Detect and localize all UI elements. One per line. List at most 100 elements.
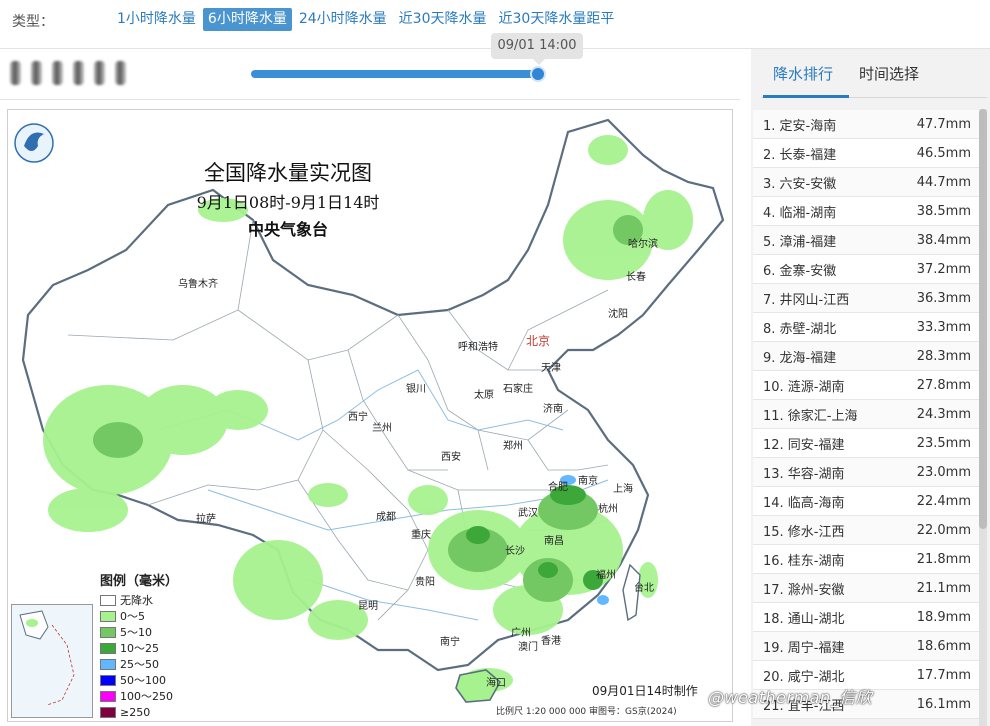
precip-value: 28.3mm	[916, 348, 971, 364]
precip-value: 22.4mm	[916, 493, 971, 509]
tab-1h-precip[interactable]: 1小时降水量	[112, 8, 201, 31]
playback-controls[interactable]	[10, 61, 126, 85]
legend-swatch	[100, 674, 116, 686]
station-name: 1. 定安-海南	[763, 118, 837, 134]
legend-item: 100～250	[100, 688, 190, 704]
pause-icon[interactable]	[73, 61, 84, 85]
city-label: 乌鲁木齐	[178, 279, 218, 290]
legend-swatch	[100, 626, 116, 638]
next-frame-icon[interactable]	[94, 61, 105, 85]
time-slider-track[interactable]	[251, 70, 538, 78]
precip-value: 16.1mm	[916, 696, 971, 712]
tab-time-select[interactable]: 时间选择	[859, 63, 919, 84]
tab-precip-ranking[interactable]: 降水排行	[773, 63, 833, 84]
ranking-scrollbar[interactable]	[979, 109, 987, 726]
map-legend: 图例（毫米） 无降水 0～5 5～10 10～25 25～50 50～100 1…	[100, 570, 190, 720]
city-label: 广州	[511, 628, 531, 639]
city-label: 澳门	[518, 642, 538, 653]
legend-title: 图例（毫米）	[100, 574, 179, 589]
precip-value: 44.7mm	[916, 174, 971, 190]
legend-label: 5～10	[120, 626, 152, 639]
legend-label: 50～100	[120, 674, 166, 687]
precip-value: 23.5mm	[916, 435, 971, 451]
station-name: 2. 长泰-福建	[763, 147, 837, 163]
city-label: 福州	[596, 570, 616, 581]
precip-value: 27.8mm	[916, 377, 971, 393]
ranking-row[interactable]: 16. 桂东-湖南 21.8mm	[753, 545, 979, 574]
ranking-row[interactable]: 3. 六安-安徽 44.7mm	[753, 168, 979, 197]
station-name: 5. 漳浦-福建	[763, 234, 837, 250]
tab-30d-precip[interactable]: 近30天降水量	[394, 8, 492, 31]
city-label: 上海	[613, 484, 633, 495]
city-label: 郑州	[503, 441, 523, 452]
ranking-row[interactable]: 17. 滁州-安徽 21.1mm	[753, 574, 979, 603]
station-name: 11. 徐家汇-上海	[763, 408, 858, 424]
tab-24h-precip[interactable]: 24小时降水量	[294, 8, 392, 31]
city-label: 银川	[406, 384, 426, 395]
ranking-row[interactable]: 13. 华容-湖南 23.0mm	[753, 458, 979, 487]
ranking-row[interactable]: 15. 修水-江西 22.0mm	[753, 516, 979, 545]
city-label: 南宁	[440, 637, 460, 648]
station-name: 14. 临高-海南	[763, 495, 845, 511]
station-name: 16. 桂东-湖南	[763, 553, 845, 569]
type-label: 类型：	[12, 14, 54, 30]
ranking-tabs: 降水排行 时间选择	[761, 51, 987, 98]
ranking-row[interactable]: 1. 定安-海南 47.7mm	[753, 110, 979, 139]
precip-value: 23.0mm	[916, 464, 971, 480]
legend-item: ≥250	[100, 704, 190, 720]
legend-item: 50～100	[100, 672, 190, 688]
ranking-row[interactable]: 11. 徐家汇-上海 24.3mm	[753, 400, 979, 429]
ranking-row[interactable]: 8. 赤壁-湖北 33.3mm	[753, 313, 979, 342]
station-name: 13. 华容-湖南	[763, 466, 845, 482]
station-name: 9. 龙海-福建	[763, 350, 837, 366]
ranking-row[interactable]: 14. 临高-海南 22.4mm	[753, 487, 979, 516]
city-label: 贵阳	[415, 577, 435, 588]
ranking-row[interactable]: 19. 周宁-福建 18.6mm	[753, 632, 979, 661]
ranking-row[interactable]: 10. 涟源-湖南 27.8mm	[753, 371, 979, 400]
legend-swatch	[100, 706, 116, 718]
station-name: 17. 滁州-安徽	[763, 582, 845, 598]
legend-swatch	[100, 690, 116, 702]
time-slider-thumb[interactable]	[530, 66, 546, 82]
ranking-row[interactable]: 2. 长泰-福建 46.5mm	[753, 139, 979, 168]
legend-item: 10～25	[100, 640, 190, 656]
city-label: 拉萨	[196, 514, 216, 525]
city-label: 太原	[474, 390, 494, 401]
prev-frame-icon[interactable]	[31, 61, 42, 85]
legend-swatch	[100, 642, 116, 654]
precip-value: 21.8mm	[916, 551, 971, 567]
ranking-row[interactable]: 18. 通山-湖北 18.9mm	[753, 603, 979, 632]
precip-value: 47.7mm	[916, 116, 971, 132]
weibo-watermark: @weatherman_信欣	[708, 688, 873, 707]
station-name: 8. 赤壁-湖北	[763, 321, 837, 337]
ranking-row[interactable]: 7. 井冈山-江西 36.3mm	[753, 284, 979, 313]
precipitation-map[interactable]: 全国降水量实况图 9月1日08时-9月1日14时 中央气象台 乌鲁木齐 哈尔滨 …	[7, 109, 733, 722]
map-scale-note: 比例尺 1:20 000 000 审图号：GS京(2024)	[496, 707, 677, 717]
type-tabs: 1小时降水量 6小时降水量 24小时降水量 近30天降水量 近30天降水量距平	[112, 8, 621, 31]
play-icon[interactable]	[52, 61, 63, 85]
city-label: 长沙	[505, 546, 525, 557]
precip-value: 38.5mm	[916, 203, 971, 219]
ranking-panel: 降水排行 时间选择 1. 定安-海南 47.7mm 2. 长泰-福建 46.5mm 3.…	[751, 49, 990, 726]
last-frame-icon[interactable]	[115, 61, 126, 85]
time-control-bar: 09/01 14:00	[0, 33, 740, 100]
ranking-list: 1. 定安-海南 47.7mm 2. 长泰-福建 46.5mm 3. 六安-安徽 44.7…	[753, 110, 979, 719]
ranking-row[interactable]: 5. 漳浦-福建 38.4mm	[753, 226, 979, 255]
city-label-capital: 北京	[526, 334, 551, 348]
ranking-row[interactable]: 12. 同安-福建 23.5mm	[753, 429, 979, 458]
ranking-row[interactable]: 6. 金寨-安徽 37.2mm	[753, 255, 979, 284]
tab-30d-anomaly[interactable]: 近30天降水量距平	[494, 8, 620, 31]
legend-label: 无降水	[120, 594, 153, 607]
city-label: 成都	[376, 512, 396, 523]
map-agency: 中央气象台	[247, 220, 328, 239]
city-label: 呼和浩特	[458, 342, 498, 353]
city-label: 昆明	[358, 601, 378, 612]
first-frame-icon[interactable]	[10, 61, 21, 85]
station-name: 20. 咸宁-湖北	[763, 669, 845, 685]
city-label: 南昌	[544, 536, 564, 547]
ranking-row[interactable]: 4. 临湘-湖南 38.5mm	[753, 197, 979, 226]
ranking-scrollbar-thumb[interactable]	[979, 109, 987, 529]
ranking-row[interactable]: 9. 龙海-福建 28.3mm	[753, 342, 979, 371]
tab-6h-precip[interactable]: 6小时降水量	[202, 8, 292, 31]
map-subtitle: 9月1日08时-9月1日14时	[196, 193, 380, 212]
